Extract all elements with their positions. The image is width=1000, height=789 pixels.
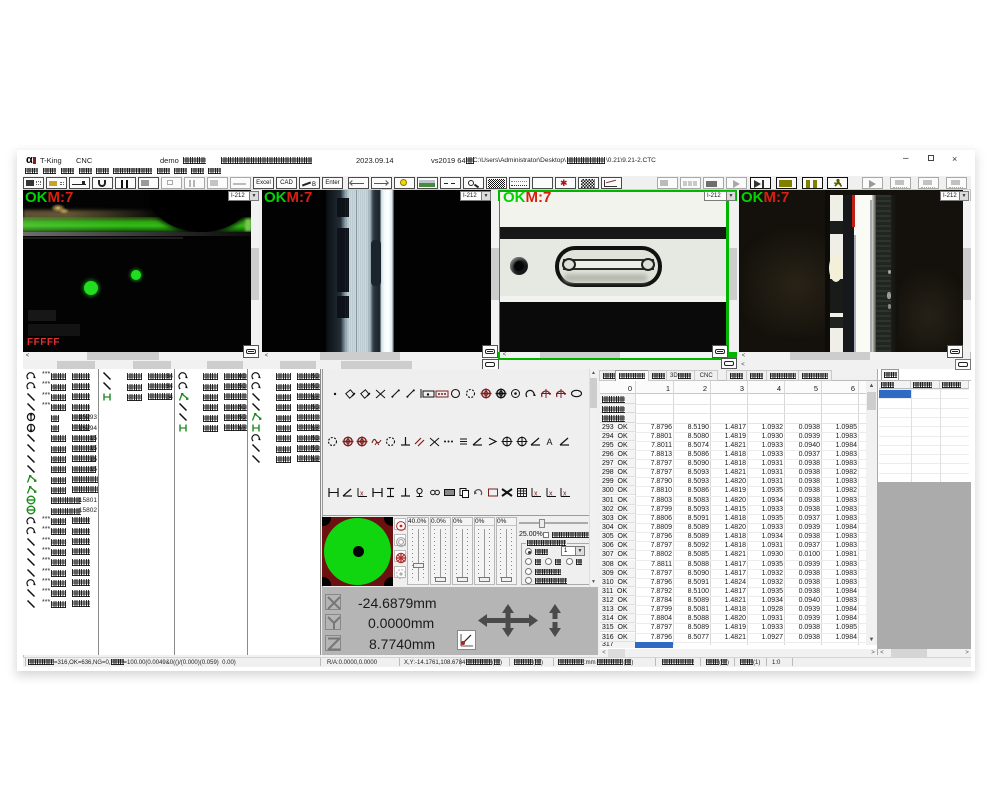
- svg-text:x: x: [549, 491, 553, 498]
- svg-text:x: x: [563, 491, 567, 498]
- svg-text:x: x: [360, 491, 364, 498]
- svg-text:x: x: [534, 491, 538, 498]
- svg-text:A: A: [546, 437, 552, 447]
